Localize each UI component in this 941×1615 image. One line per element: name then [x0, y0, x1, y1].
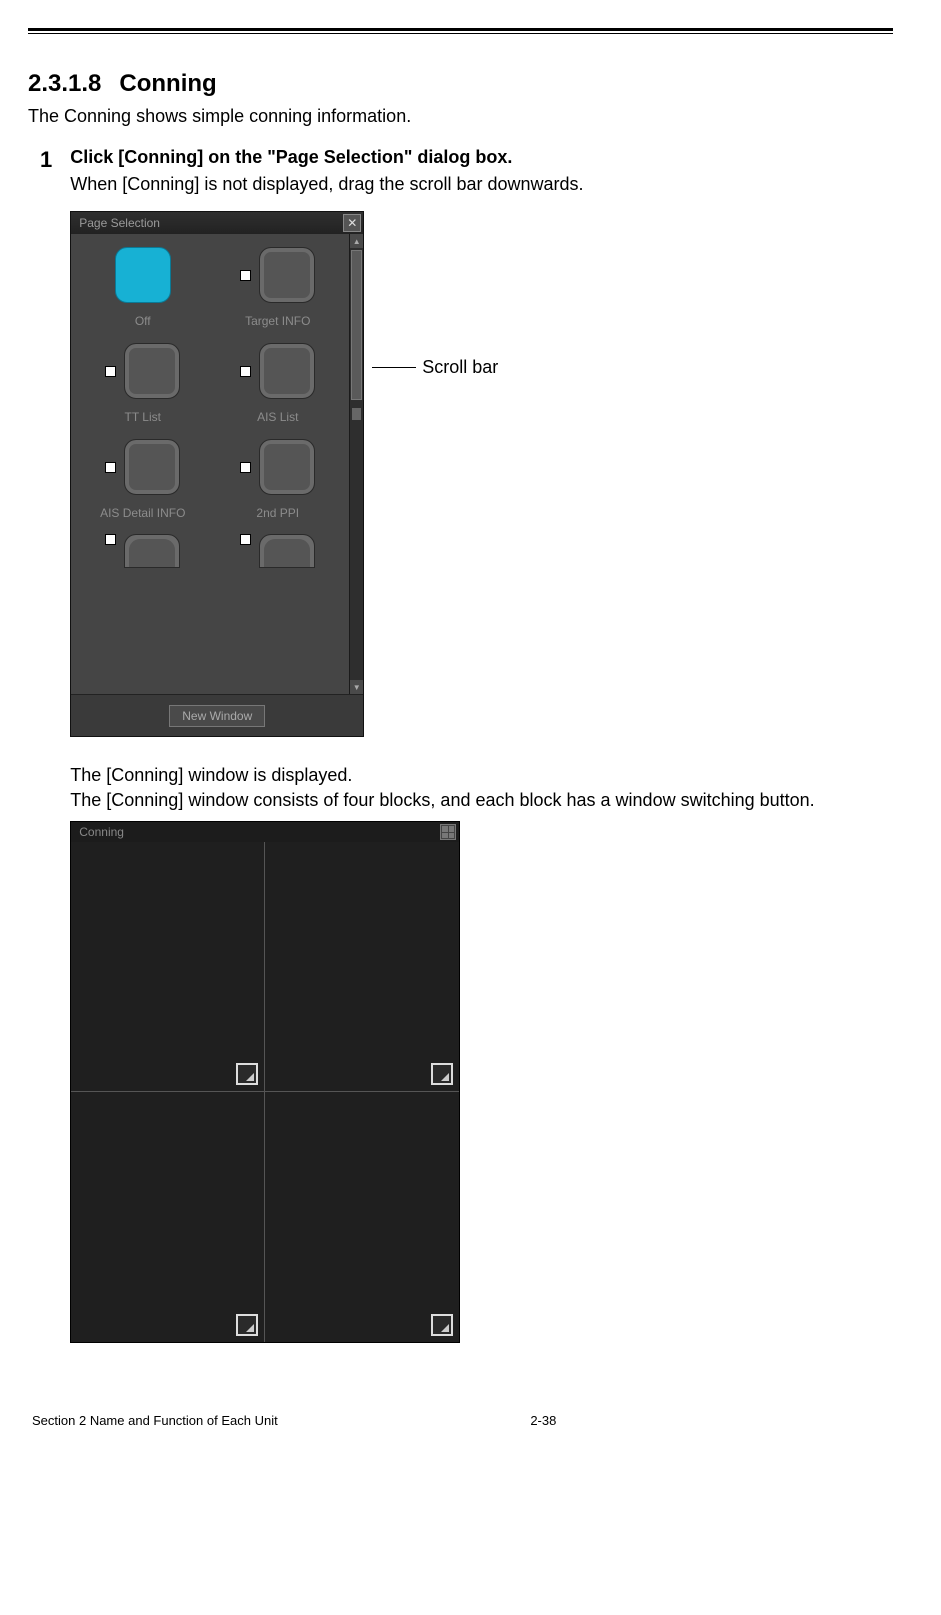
conning-block — [71, 842, 265, 1092]
section-heading: 2.3.1.8 Conning — [28, 70, 893, 98]
page-item-ais-detail-info[interactable]: AIS Detail INFO — [78, 432, 208, 522]
conning-block — [265, 842, 459, 1092]
step-note: When [Conning] is not displayed, drag th… — [70, 174, 893, 195]
thumb-icon — [259, 534, 315, 568]
page-item-label: Off — [135, 314, 151, 330]
footer-section: Section 2 Name and Function of Each Unit — [32, 1413, 278, 1428]
thumb-icon — [124, 439, 180, 495]
thumb-icon — [124, 534, 180, 568]
window-switch-button[interactable] — [431, 1314, 453, 1336]
result-text-1: The [Conning] window is displayed. — [70, 765, 893, 786]
window-switch-button[interactable] — [431, 1063, 453, 1085]
window-switch-button[interactable] — [236, 1314, 258, 1336]
radio-icon — [240, 270, 251, 281]
window-switch-button[interactable] — [236, 1063, 258, 1085]
page-item-target-info[interactable]: Target INFO — [213, 240, 343, 330]
radio-icon — [240, 366, 251, 377]
section-number: 2.3.1.8 — [28, 70, 101, 97]
scroll-up-icon[interactable]: ▲ — [350, 234, 363, 248]
scrollbar-callout: Scroll bar — [372, 357, 498, 378]
page-item-ais-list[interactable]: AIS List — [213, 336, 343, 426]
page-item-label: Target INFO — [245, 314, 310, 330]
page-item-label: AIS Detail INFO — [100, 506, 185, 522]
thumb-icon — [259, 439, 315, 495]
conning-titlebar: Conning — [71, 822, 459, 842]
page-item-off[interactable]: Off — [78, 240, 208, 330]
radio-icon — [240, 534, 251, 545]
conning-block — [265, 1092, 459, 1342]
section-title: Conning — [119, 70, 216, 97]
page-selection-dialog: Page Selection ✕ Off — [70, 211, 364, 737]
page-item-tt-list[interactable]: TT List — [78, 336, 208, 426]
result-text-2: The [Conning] window consists of four bl… — [70, 790, 893, 811]
radio-icon — [105, 534, 116, 545]
page-top-rule — [28, 28, 893, 34]
scrollbar-notch — [352, 408, 361, 420]
conning-body — [71, 842, 459, 1342]
conning-title: Conning — [79, 825, 124, 839]
dialog-titlebar: Page Selection ✕ — [71, 212, 363, 234]
scrollbar[interactable]: ▲ ▼ — [349, 234, 363, 694]
thumb-icon — [259, 247, 315, 303]
page-item-label: TT List — [125, 410, 161, 426]
page-selection-grid: Off Target INFO — [71, 234, 349, 694]
page-item-partial[interactable] — [78, 528, 208, 568]
grid-icon[interactable] — [440, 824, 456, 840]
callout-label: Scroll bar — [422, 357, 498, 378]
page-item-label: 2nd PPI — [256, 506, 299, 522]
footer-page: 2-38 — [530, 1413, 556, 1428]
dialog-title: Page Selection — [79, 216, 160, 230]
section-lead: The Conning shows simple conning informa… — [28, 106, 893, 127]
radio-icon — [105, 462, 116, 473]
page-item-label: AIS List — [257, 410, 298, 426]
close-icon[interactable]: ✕ — [343, 214, 361, 232]
conning-window: Conning — [70, 821, 460, 1343]
scroll-down-icon[interactable]: ▼ — [350, 680, 363, 694]
page-item-partial[interactable] — [213, 528, 343, 568]
page-footer: Section 2 Name and Function of Each Unit… — [28, 1413, 893, 1428]
page-item-2nd-ppi[interactable]: 2nd PPI — [213, 432, 343, 522]
thumb-icon — [259, 343, 315, 399]
new-window-button[interactable]: New Window — [169, 705, 265, 727]
conning-block — [71, 1092, 265, 1342]
step-number: 1 — [40, 149, 52, 1343]
scrollbar-thumb[interactable] — [351, 250, 362, 400]
thumb-icon — [124, 343, 180, 399]
radio-icon — [105, 366, 116, 377]
thumb-off-icon — [115, 247, 171, 303]
radio-icon — [240, 462, 251, 473]
callout-line — [372, 367, 416, 368]
step-title: Click [Conning] on the "Page Selection" … — [70, 147, 893, 168]
